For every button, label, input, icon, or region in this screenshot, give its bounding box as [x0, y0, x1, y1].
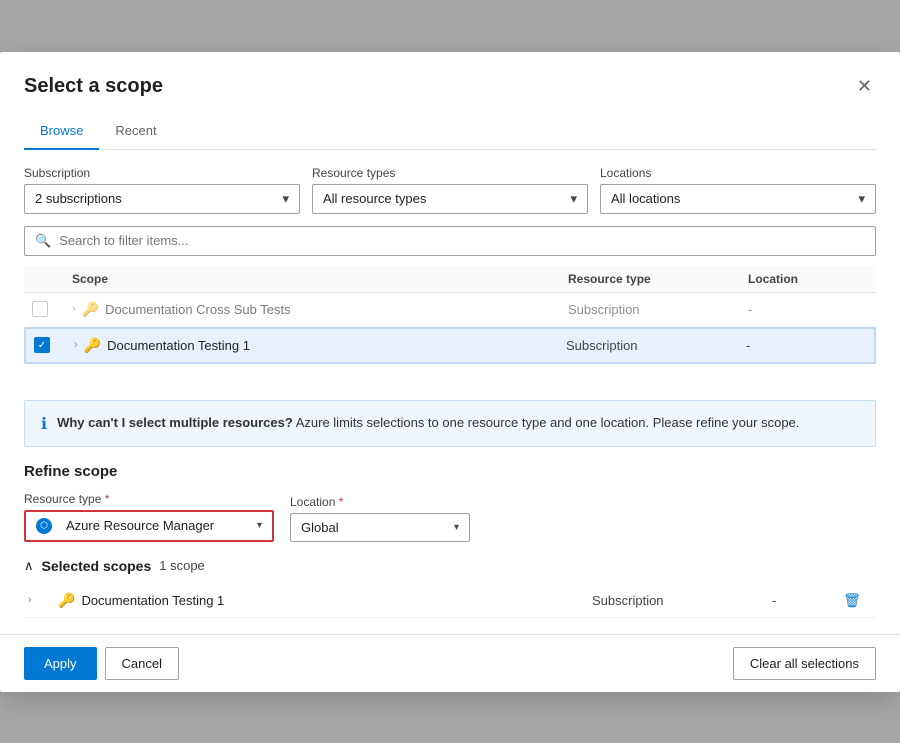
apply-button[interactable]: Apply	[24, 647, 97, 680]
clear-all-button[interactable]: Clear all selections	[733, 647, 876, 680]
info-description: Azure limits selections to one resource …	[296, 415, 800, 430]
select-scope-modal: Select a scope ✕ Browse Recent Subscript…	[0, 52, 900, 692]
info-box: ℹ Why can't I select multiple resources?…	[24, 400, 876, 447]
location-refine-label: Location *	[290, 495, 470, 509]
tab-browse[interactable]: Browse	[24, 113, 99, 150]
cancel-button[interactable]: Cancel	[105, 647, 179, 680]
scope-count: 1 scope	[159, 558, 205, 573]
selected-expand-icon[interactable]: ›	[28, 594, 58, 606]
locations-label: Locations	[600, 166, 876, 180]
resource-type-refine-chevron-icon: ▾	[257, 520, 262, 531]
header-resource-type: Resource type	[568, 272, 748, 286]
selected-scopes-section: ∧ Selected scopes 1 scope › 🔑 Documentat…	[24, 558, 876, 618]
scope-cell-2: › 🔑 Documentation Testing 1	[74, 337, 566, 354]
info-text: Why can't I select multiple resources? A…	[57, 413, 799, 433]
location-refine-group: Location * Global ▾	[290, 495, 470, 542]
info-question: Why can't I select multiple resources?	[57, 415, 293, 430]
resource-type-refine-group: Resource type * ⬡ Azure Resource Manager…	[24, 492, 274, 542]
selected-scope-name: Documentation Testing 1	[81, 593, 224, 608]
subscription-value: 2 subscriptions	[35, 191, 122, 206]
selected-scopes-title: Selected scopes	[42, 558, 152, 574]
scope-cell-1: › 🔑 Documentation Cross Sub Tests	[72, 301, 568, 318]
row-checkbox-1[interactable]	[32, 301, 48, 317]
locations-chevron-icon: ▾	[858, 191, 865, 207]
table-row-selected: ✓ › 🔑 Documentation Testing 1 Subscripti…	[24, 327, 876, 364]
footer-left-actions: Apply Cancel	[24, 647, 179, 680]
subscription-label: Subscription	[24, 166, 300, 180]
resource-types-dropdown[interactable]: All resource types ▾	[312, 184, 588, 214]
resource-type-refine-label: Resource type *	[24, 492, 274, 506]
resource-types-value: All resource types	[323, 191, 426, 206]
refine-row: Resource type * ⬡ Azure Resource Manager…	[24, 492, 876, 542]
modal-title: Select a scope	[24, 75, 163, 98]
location-1: -	[748, 302, 868, 317]
subscription-dropdown[interactable]: 2 subscriptions ▾	[24, 184, 300, 214]
selected-key-icon: 🔑	[58, 592, 75, 609]
selected-scope-cell: 🔑 Documentation Testing 1	[58, 592, 592, 609]
location-refine-value: Global	[301, 520, 339, 535]
modal-body: Browse Recent Subscription 2 subscriptio…	[0, 113, 900, 634]
header-scope: Scope	[72, 272, 568, 286]
tab-bar: Browse Recent	[24, 113, 876, 150]
selected-scopes-header[interactable]: ∧ Selected scopes 1 scope	[24, 558, 876, 574]
resource-type-1: Subscription	[568, 302, 748, 317]
scope-name-1: Documentation Cross Sub Tests	[105, 302, 290, 317]
table-row: › 🔑 Documentation Cross Sub Tests Subscr…	[24, 293, 876, 327]
table-header: Scope Resource type Location	[24, 266, 876, 293]
delete-scope-button[interactable]: 🗑	[832, 592, 872, 609]
key-icon-2: 🔑	[84, 337, 101, 354]
header-location: Location	[748, 272, 868, 286]
row-checkbox-2[interactable]: ✓	[34, 337, 50, 353]
locations-dropdown[interactable]: All locations ▾	[600, 184, 876, 214]
location-refine-dropdown[interactable]: Global ▾	[290, 513, 470, 542]
locations-filter-group: Locations All locations ▾	[600, 166, 876, 214]
resource-types-chevron-icon: ▾	[570, 191, 577, 207]
selected-resource-type: Subscription	[592, 593, 772, 608]
modal-header: Select a scope ✕	[0, 52, 900, 113]
header-checkbox-col	[32, 272, 72, 286]
filters-row: Subscription 2 subscriptions ▾ Resource …	[24, 166, 876, 214]
modal-footer: Apply Cancel Clear all selections	[0, 634, 900, 692]
arm-icon: ⬡	[36, 518, 52, 534]
location-required: *	[339, 495, 344, 509]
resource-types-filter-group: Resource types All resource types ▾	[312, 166, 588, 214]
locations-value: All locations	[611, 191, 680, 206]
location-refine-chevron-icon: ▾	[454, 522, 459, 533]
subscription-chevron-icon: ▾	[282, 191, 289, 207]
selected-scope-item: › 🔑 Documentation Testing 1 Subscription…	[24, 584, 876, 618]
expand-icon-1[interactable]: ›	[72, 303, 76, 315]
selected-location: -	[772, 593, 832, 608]
key-icon-1: 🔑	[82, 301, 99, 318]
search-box: 🔍	[24, 226, 876, 256]
resource-types-label: Resource types	[312, 166, 588, 180]
resource-type-2: Subscription	[566, 338, 746, 353]
location-2: -	[746, 338, 866, 353]
info-icon: ℹ	[41, 414, 47, 434]
search-icon: 🔍	[35, 233, 51, 249]
scope-name-2: Documentation Testing 1	[107, 338, 250, 353]
expand-icon-2[interactable]: ›	[74, 339, 78, 351]
tab-recent[interactable]: Recent	[99, 113, 172, 150]
close-button[interactable]: ✕	[853, 72, 876, 101]
resource-type-refine-value: Azure Resource Manager	[66, 518, 249, 533]
resource-type-refine-dropdown[interactable]: ⬡ Azure Resource Manager ▾	[24, 510, 274, 542]
refine-scope-title: Refine scope	[24, 463, 876, 480]
search-input[interactable]	[59, 233, 865, 248]
refine-scope-section: Refine scope Resource type * ⬡ Azure Res…	[24, 463, 876, 542]
subscription-filter-group: Subscription 2 subscriptions ▾	[24, 166, 300, 214]
resource-type-required: *	[105, 492, 110, 506]
selected-scopes-expand-icon: ∧	[24, 558, 34, 574]
